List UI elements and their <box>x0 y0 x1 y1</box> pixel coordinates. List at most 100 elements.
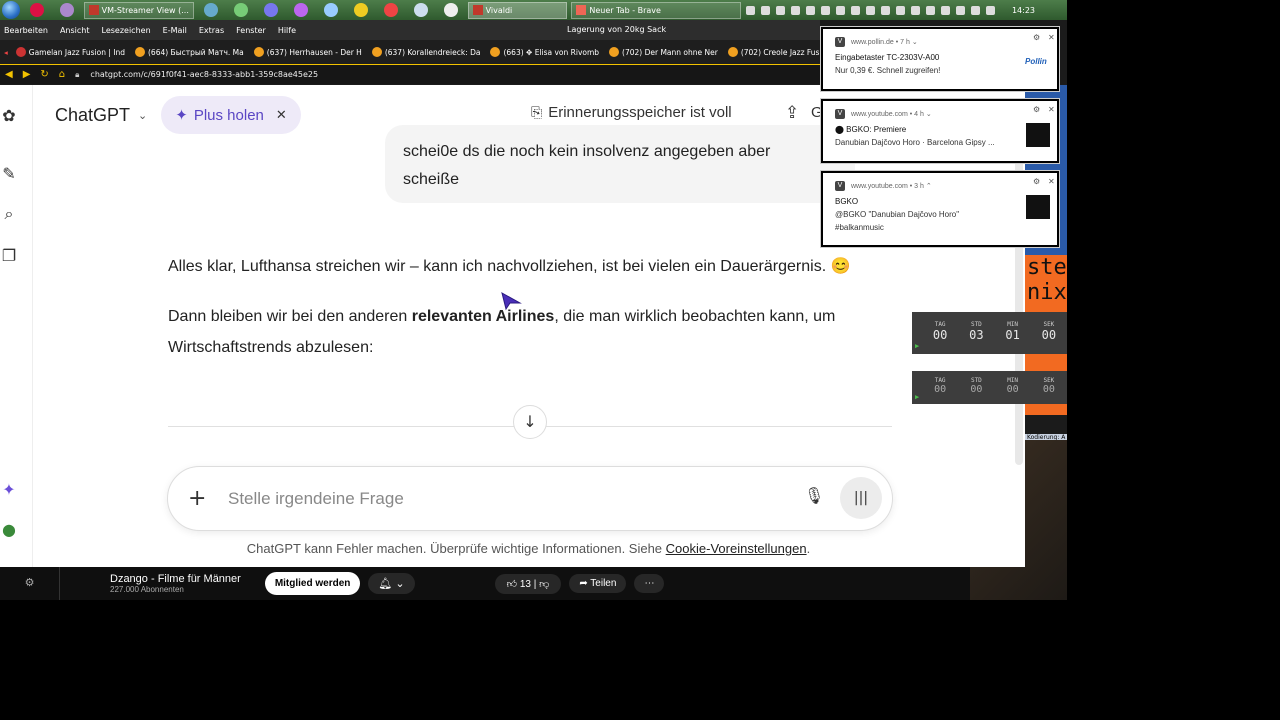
close-icon[interactable]: ✕ <box>1048 177 1055 186</box>
app-icon[interactable] <box>59 3 74 17</box>
tray-icon[interactable] <box>895 5 905 15</box>
back-icon[interactable]: ◀ <box>5 69 13 80</box>
notification-title: Eingabetaster TC-2303V-A00 <box>835 53 940 62</box>
close-icon[interactable]: ✕ <box>1048 33 1055 42</box>
bookmark-item[interactable]: Gamelan Jazz Fusion | Ind <box>15 47 125 57</box>
notification-card[interactable]: Vwww.youtube.com • 3 h ⌃ ⚙ ✕ BGKO @BGKO … <box>821 171 1059 247</box>
avatar[interactable]: ● <box>0 521 18 539</box>
tray-icon[interactable] <box>880 5 890 15</box>
plus-icon[interactable]: + <box>188 485 206 513</box>
tray-icon[interactable] <box>955 5 965 15</box>
cookie-settings-link[interactable]: Cookie-Voreinstellungen <box>666 541 807 556</box>
message-input[interactable]: Stelle irgendeine Frage <box>228 489 404 509</box>
tray-icon[interactable] <box>970 5 980 15</box>
more-icon[interactable]: ⋯ <box>634 574 665 593</box>
clock[interactable]: 14:23 <box>1012 6 1035 15</box>
tray-icon[interactable] <box>925 5 935 15</box>
tray-icon[interactable] <box>820 5 830 15</box>
gear-icon[interactable]: ⚙ <box>1033 105 1040 114</box>
home-icon[interactable]: ⌂ <box>59 69 65 80</box>
upgrade-plus-button[interactable]: ✦ Plus holen ✕ <box>161 96 301 134</box>
app-icon[interactable] <box>443 3 458 17</box>
bookmark-item[interactable]: (637) Herrhausen - Der H <box>253 47 362 57</box>
tray-icon[interactable] <box>775 5 785 15</box>
bookmark-item[interactable]: (702) Creole Jazz Fusion <box>727 47 820 57</box>
model-selector[interactable]: ChatGPT <box>55 105 130 126</box>
play-icon[interactable]: ▶ <box>915 393 919 401</box>
gear-icon[interactable]: ⚙ <box>1033 33 1040 42</box>
tray-icon[interactable] <box>910 5 920 15</box>
start-button[interactable] <box>0 0 22 20</box>
bookmark-item[interactable]: (637) Korallendreieck: Da <box>371 47 480 57</box>
notification-age: • 3 h ⌃ <box>909 183 932 190</box>
menu-view[interactable]: Ansicht <box>60 26 90 35</box>
channel-info[interactable]: Dzango - Filme für Männer 227.000 Abonne… <box>110 573 241 594</box>
share-label: Teilen <box>590 578 617 589</box>
menu-help[interactable]: Hilfe <box>278 26 296 35</box>
back-arrow-icon[interactable]: ◂ <box>4 48 8 57</box>
menu-window[interactable]: Fenster <box>236 26 266 35</box>
gear-icon[interactable]: ⚙ <box>1033 177 1040 186</box>
forward-icon[interactable]: ▶ <box>23 69 31 80</box>
menu-extras[interactable]: Extras <box>199 26 224 35</box>
share-button[interactable]: ➦ Teilen <box>569 574 627 593</box>
bell-icon[interactable]: 🔔︎ ⌄ <box>368 573 415 594</box>
app-icon[interactable] <box>233 3 248 17</box>
tray-icon[interactable] <box>760 5 770 15</box>
app-icon[interactable] <box>353 3 368 17</box>
join-member-button[interactable]: Mitglied werden <box>264 572 361 595</box>
app-icon[interactable] <box>203 3 218 17</box>
tray-icon[interactable] <box>985 5 995 15</box>
notification-header: Vwww.youtube.com • 4 h ⌄ <box>835 109 932 119</box>
close-icon[interactable]: ✕ <box>276 107 287 123</box>
chevron-down-icon[interactable]: ⌄ <box>138 109 147 122</box>
menu-bookmarks[interactable]: Lesezeichen <box>102 26 151 35</box>
app-icon[interactable] <box>383 3 398 17</box>
app-icon[interactable] <box>29 3 44 17</box>
play-icon[interactable]: ▶ <box>915 342 919 350</box>
bookmark-item[interactable]: (702) Der Mann ohne Ner <box>609 47 718 57</box>
tray-icon[interactable] <box>790 5 800 15</box>
notification-card[interactable]: Vwww.youtube.com • 4 h ⌄ ⚙ ✕ ⬤ BGKO: Pre… <box>821 99 1059 163</box>
app-icon[interactable] <box>413 3 428 17</box>
library-icon[interactable]: ❐ <box>0 247 18 265</box>
share-arrow-icon: ➦ <box>579 578 591 589</box>
tray-icon[interactable] <box>940 5 950 15</box>
menu-email[interactable]: E-Mail <box>163 26 187 35</box>
bookmark-item[interactable]: (663) ✥ Elisa von Rivomb <box>490 47 599 57</box>
taskbar-task-vivaldi[interactable]: Vivaldi <box>467 1 568 19</box>
app-icon[interactable] <box>323 3 338 17</box>
like-button[interactable]: 👍︎ 13 | 👎︎ <box>494 573 562 594</box>
reload-icon[interactable]: ↻ <box>40 69 48 80</box>
memory-full-notice[interactable]: ⎘ Erinnerungsspeicher ist voll <box>531 104 732 121</box>
new-chat-icon[interactable]: ✎ <box>0 165 18 183</box>
notification-body: @BGKO "Danubian Dajčovo Horo" <box>835 210 960 219</box>
tray-icon[interactable] <box>805 5 815 15</box>
bookmark-item[interactable]: (664) Быстрый Матч. Ма <box>135 47 244 57</box>
close-icon[interactable]: ✕ <box>1048 105 1055 114</box>
openai-logo-icon[interactable]: ✿ <box>0 107 18 125</box>
app-icon[interactable] <box>293 3 308 17</box>
app-icon[interactable] <box>263 3 278 17</box>
tray-icon[interactable] <box>745 5 755 15</box>
share-icon[interactable]: ⇪ <box>785 103 799 123</box>
menu-edit[interactable]: Bearbeiten <box>4 26 48 35</box>
thumb-down-icon[interactable]: 👎︎ <box>539 579 549 590</box>
voice-mode-button[interactable]: ||| <box>840 477 882 519</box>
search-icon[interactable]: ⌕ <box>0 205 18 223</box>
composer[interactable]: + Stelle irgendeine Frage 🎙︎ ||| <box>167 466 893 531</box>
sparkle-icon[interactable]: ✦ <box>0 481 18 499</box>
url-field[interactable]: chatgpt.com/c/691f0f41-aec8-8333-abb1-35… <box>90 70 318 79</box>
taskbar-task[interactable]: VM-Streamer View (... <box>83 1 194 19</box>
channel-name[interactable]: Dzango - Filme für Männer <box>110 573 241 585</box>
notification-card[interactable]: Vwww.pollin.de • 7 h ⌄ ⚙ ✕ Eingabetaster… <box>821 27 1059 91</box>
taskbar-task-brave[interactable]: Neuer Tab - Brave <box>571 1 741 19</box>
microphone-icon[interactable]: 🎙︎ <box>804 486 824 505</box>
vm-icon <box>88 5 99 15</box>
timer-label-seconds: SEK <box>1043 321 1055 328</box>
tray-icon[interactable] <box>850 5 860 15</box>
scroll-down-button[interactable]: ↓ <box>513 405 547 439</box>
tray-icon[interactable] <box>865 5 875 15</box>
tray-icon[interactable] <box>835 5 845 15</box>
settings-gear-icon[interactable]: ⚙ <box>0 567 60 600</box>
